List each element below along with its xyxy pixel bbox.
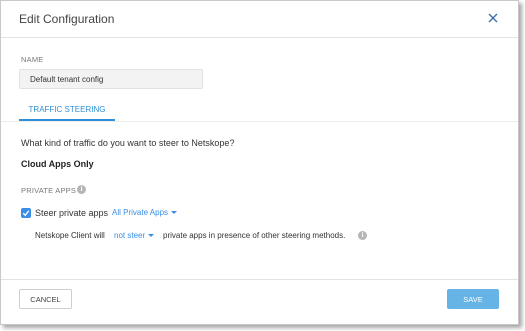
dialog-title: Edit Configuration [19,12,115,26]
client-suffix-text: private apps in presence of other steeri… [163,231,346,240]
chevron-down-icon [171,211,178,215]
name-label: NAME [21,55,44,64]
steer-mode-dropdown-value: not steer [114,231,146,240]
steer-mode-dropdown[interactable]: not steer [114,231,155,240]
cancel-button[interactable]: CANCEL [19,289,72,309]
traffic-selection: Cloud Apps Only [21,159,94,169]
edit-configuration-dialog: Edit Configuration NAME TRAFFIC STEERING… [0,0,519,325]
steer-private-apps-checkbox[interactable] [21,208,31,218]
footer-divider [1,279,518,280]
traffic-question: What kind of traffic do you want to stee… [21,138,235,148]
save-button[interactable]: SAVE [447,289,499,309]
private-apps-label: PRIVATE APPS [21,186,77,195]
client-prefix-text: Netskope Client will [35,231,105,240]
info-icon[interactable]: i [358,231,367,240]
private-apps-dropdown[interactable]: All Private Apps [112,208,178,217]
private-apps-dropdown-value: All Private Apps [112,208,169,217]
tab-divider [1,121,518,122]
dialog-header: Edit Configuration [1,1,518,38]
info-icon[interactable]: i [77,185,86,194]
chevron-down-icon [148,234,155,238]
name-field[interactable] [19,69,203,89]
steer-private-apps-label: Steer private apps [35,208,109,218]
checkmark-icon [22,210,30,217]
tab-traffic-steering[interactable]: TRAFFIC STEERING [19,103,115,121]
close-icon[interactable] [486,11,500,25]
